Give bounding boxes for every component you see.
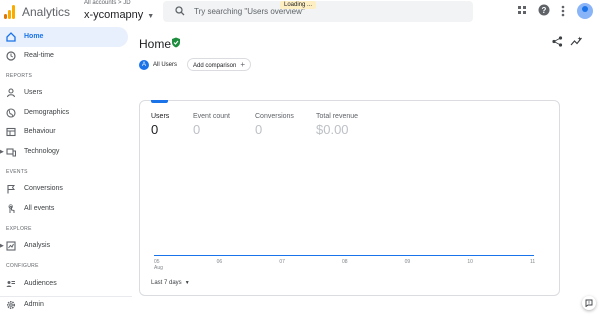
sidebar-item-label: Users	[24, 89, 43, 96]
account-breadcrumb[interactable]: All accounts > JD	[84, 0, 131, 6]
metric-value: 0	[151, 122, 159, 137]
audiences-icon	[6, 281, 15, 287]
svg-text:?: ?	[542, 6, 547, 15]
metric-label: Total revenue	[316, 113, 359, 120]
sidebar-nav: Home Real-time REPORTS Users Demographic…	[0, 25, 132, 324]
devices-icon	[6, 148, 16, 157]
feedback-button[interactable]	[582, 296, 596, 310]
sidebar-item-behaviour[interactable]: Behaviour	[0, 122, 132, 142]
share-icon[interactable]	[552, 36, 563, 47]
search-icon	[175, 6, 185, 16]
metric-tab-total-revenue[interactable]: Total revenue $0.00	[316, 113, 358, 137]
sidebar-item-label: Conversions	[24, 185, 63, 192]
active-tab-indicator	[151, 100, 168, 103]
top-bar: Analytics All accounts > JD x-ycomapny ▼ …	[0, 0, 600, 25]
x-axis-tick: 06	[216, 259, 223, 265]
verified-shield-icon	[172, 37, 180, 48]
sidebar-item-technology[interactable]: ▶ Technology	[0, 142, 132, 162]
sidebar-item-home[interactable]: Home	[0, 27, 128, 47]
touch-icon	[8, 204, 15, 213]
overview-card: Users 0 Event count 0 Conversions 0 Tota…	[139, 100, 560, 296]
chart-series-line	[154, 255, 534, 256]
metric-label: Users	[151, 113, 170, 120]
feedback-icon	[585, 299, 593, 307]
sidebar-item-label: Admin	[24, 301, 44, 308]
metric-value: $0.00	[316, 122, 349, 137]
page-title: Home	[139, 37, 172, 51]
property-selector[interactable]: x-ycomapny ▼	[84, 9, 154, 21]
insights-icon[interactable]	[570, 36, 583, 47]
sidebar-item-label: Behaviour	[24, 128, 56, 135]
globe-icon	[6, 108, 16, 118]
comparison-chip-all-users[interactable]: A All Users	[139, 58, 177, 71]
sidebar-item-demographics[interactable]: Demographics	[0, 103, 132, 123]
sidebar-item-label: Analysis	[24, 242, 51, 249]
caret-down-icon: ▼	[147, 13, 155, 20]
expand-arrow-icon[interactable]: ▶	[0, 149, 4, 155]
x-axis-tick: 08	[342, 259, 348, 265]
x-axis-tick: 10	[467, 259, 473, 265]
sidebar-item-label: Technology	[24, 148, 60, 155]
section-events: EVENTS	[6, 169, 28, 175]
apps-grid-icon[interactable]	[517, 5, 527, 15]
caret-down-icon: ▼	[184, 280, 190, 286]
sidebar-item-analysis[interactable]: ▶ Analysis	[0, 236, 132, 256]
sidebar-item-label: Real-time	[24, 52, 54, 59]
comparison-badge: A	[139, 59, 149, 70]
x-axis-tick: 05 Aug	[154, 259, 163, 271]
date-range-label: Last 7 days	[151, 280, 182, 286]
x-axis-tick: 07	[279, 259, 285, 265]
metric-tab-users[interactable]: Users 0	[151, 113, 169, 137]
home-icon	[6, 32, 16, 42]
sidebar-item-label: Audiences	[24, 280, 57, 287]
section-explore: EXPLORE	[6, 226, 32, 232]
add-comparison-button[interactable]: Add comparison +	[187, 58, 252, 71]
avatar[interactable]	[577, 3, 593, 19]
section-reports: REPORTS	[6, 73, 33, 79]
help-icon[interactable]: ?	[538, 4, 550, 16]
sidebar-item-conversions[interactable]: Conversions	[0, 179, 132, 199]
metric-tab-event-count[interactable]: Event count 0	[193, 113, 230, 137]
loading-indicator: Loading ...	[280, 1, 317, 9]
app-title: Analytics	[22, 5, 71, 19]
metric-value: 0	[193, 122, 201, 137]
property-name: x-ycomapny	[84, 9, 144, 21]
expand-arrow-icon[interactable]: ▶	[0, 243, 4, 249]
metric-value: 0	[255, 122, 263, 137]
sidebar-item-realtime[interactable]: Real-time	[0, 46, 132, 66]
sidebar-item-label: Home	[24, 33, 44, 40]
gear-icon	[6, 300, 16, 310]
sidebar-item-all-events[interactable]: All events	[0, 199, 132, 219]
plus-icon: +	[240, 60, 246, 69]
section-configure: CONFIGURE	[6, 263, 39, 269]
x-axis-tick: 11	[530, 259, 536, 265]
analysis-icon	[6, 241, 16, 251]
analytics-logo-icon[interactable]	[4, 5, 16, 19]
search-bar[interactable]: Try searching "Users overview"	[163, 1, 473, 22]
users-line-chart: 05 Aug 06 07 08 09 10 11	[154, 251, 536, 277]
add-comparison-label: Add comparison	[193, 63, 237, 69]
sidebar-item-audiences[interactable]: Audiences	[0, 274, 132, 294]
metric-label: Conversions	[255, 113, 294, 120]
clock-icon	[6, 51, 16, 61]
sidebar-item-admin[interactable]: Admin	[0, 295, 132, 315]
comparison-label: All Users	[153, 61, 178, 68]
sidebar-item-users[interactable]: Users	[0, 83, 132, 103]
page-icon	[6, 127, 16, 137]
x-axis-tick: 09	[404, 259, 411, 265]
flag-icon	[7, 185, 15, 194]
person-icon	[6, 88, 16, 98]
metric-label: Event count	[193, 113, 230, 120]
sidebar-item-label: Demographics	[24, 109, 70, 116]
more-vert-icon[interactable]	[561, 5, 565, 17]
sidebar-item-label: All events	[24, 205, 55, 212]
metric-tab-conversions[interactable]: Conversions 0	[255, 113, 294, 137]
date-range-selector[interactable]: Last 7 days ▼	[151, 280, 190, 286]
